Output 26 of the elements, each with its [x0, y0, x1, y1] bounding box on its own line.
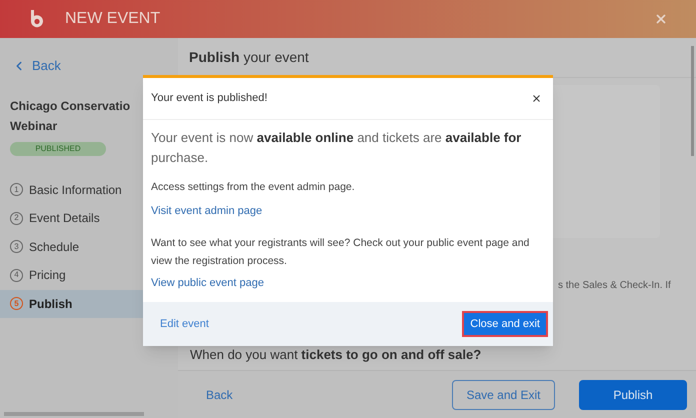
- dialog-title: Your event is published!: [151, 91, 268, 106]
- close-and-exit-button[interactable]: Close and exit: [464, 312, 546, 335]
- public-text: Want to see what your registrants will see? Check out your public event page and view the registration process.: [151, 236, 530, 270]
- event-title: Chicago Conservatio: [10, 98, 130, 114]
- step-number: 5: [10, 297, 23, 310]
- published-message: Your event is now available online and tickets are available for purchase.: [151, 129, 522, 167]
- publish-button[interactable]: Publish: [579, 380, 687, 410]
- step-number: 1: [10, 183, 23, 196]
- save-and-exit-button[interactable]: Save and Exit: [452, 380, 555, 410]
- description-text: s the Sales & Check-In. If: [558, 279, 671, 293]
- admin-text: Access settings from the event admin page.: [151, 180, 356, 195]
- step-number: 4: [10, 268, 23, 282]
- logo-icon: [28, 10, 44, 28]
- step-number: 3: [10, 240, 23, 254]
- page-heading: Publish your event: [189, 48, 309, 67]
- edit-event-link[interactable]: Edit event: [160, 316, 209, 332]
- status-badge: PUBLISHED: [10, 142, 106, 156]
- admin-page-link[interactable]: Visit event admin page: [151, 202, 262, 220]
- back-button[interactable]: Back: [206, 386, 233, 404]
- back-link[interactable]: Back: [12, 56, 178, 76]
- event-title: Webinar: [10, 118, 58, 134]
- window-title: NEW EVENT: [65, 9, 160, 29]
- section-question: When do you want tickets to go on and off sale?: [190, 346, 482, 364]
- public-page-link[interactable]: View public event page: [151, 275, 264, 292]
- step-number: 2: [10, 212, 23, 225]
- close-icon[interactable]: [531, 93, 542, 104]
